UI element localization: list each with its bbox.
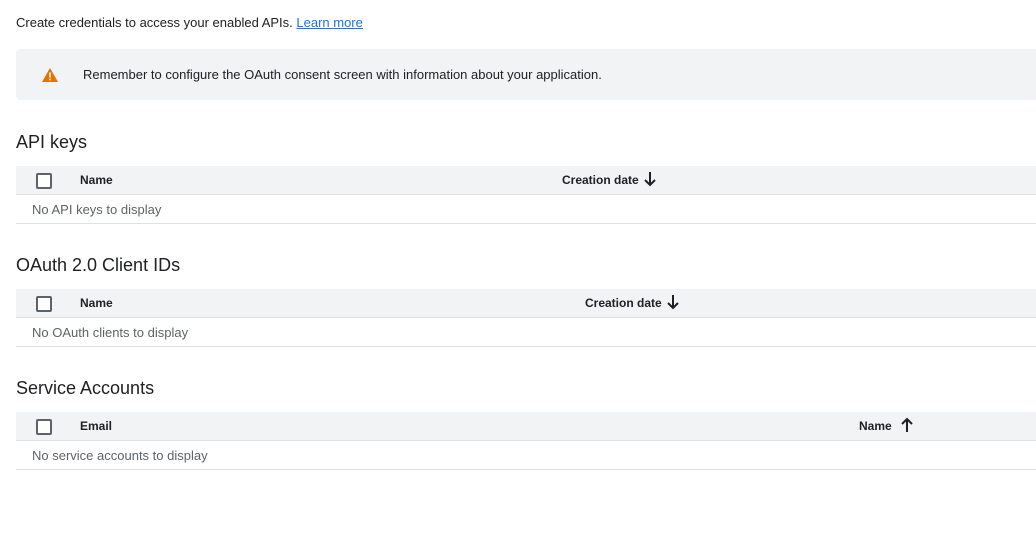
api-keys-title: API keys <box>16 132 88 152</box>
api-keys-table-header: Name Creation date <box>16 166 1036 195</box>
api-keys-empty-row: No API keys to display <box>16 195 1036 224</box>
column-name[interactable]: Name <box>859 418 892 434</box>
oauth-select-all-checkbox[interactable] <box>36 296 52 312</box>
learn-more-link[interactable]: Learn more <box>296 15 362 30</box>
banner-message: Remember to configure the OAuth consent … <box>83 67 602 82</box>
arrow-down-icon[interactable] <box>666 294 680 310</box>
oauth-empty-row: No OAuth clients to display <box>16 318 1036 347</box>
arrow-up-icon[interactable] <box>900 417 914 433</box>
service-accounts-table-header: Email Name <box>16 412 1036 441</box>
warning-icon <box>42 68 58 82</box>
column-name[interactable]: Name <box>80 172 113 188</box>
arrow-down-icon[interactable] <box>643 171 657 187</box>
oauth-title: OAuth 2.0 Client IDs <box>16 255 181 275</box>
column-email[interactable]: Email <box>80 418 112 434</box>
service-accounts-empty-text: No service accounts to display <box>32 448 208 463</box>
intro-description: Create credentials to access your enable… <box>16 15 293 30</box>
api-keys-empty-text: No API keys to display <box>32 202 162 217</box>
column-creation-date[interactable]: Creation date <box>562 172 639 188</box>
intro-text: Create credentials to access your enable… <box>16 14 363 32</box>
column-name[interactable]: Name <box>80 295 113 311</box>
service-accounts-title: Service Accounts <box>16 378 155 398</box>
oauth-empty-text: No OAuth clients to display <box>32 325 189 340</box>
service-accounts-empty-row: No service accounts to display <box>16 441 1036 470</box>
api-keys-select-all-checkbox[interactable] <box>36 173 52 189</box>
oauth-warning-banner: Remember to configure the OAuth consent … <box>16 49 1036 100</box>
column-creation-date[interactable]: Creation date <box>585 295 662 311</box>
oauth-table-header: Name Creation date <box>16 289 1036 318</box>
service-accounts-select-all-checkbox[interactable] <box>36 419 52 435</box>
